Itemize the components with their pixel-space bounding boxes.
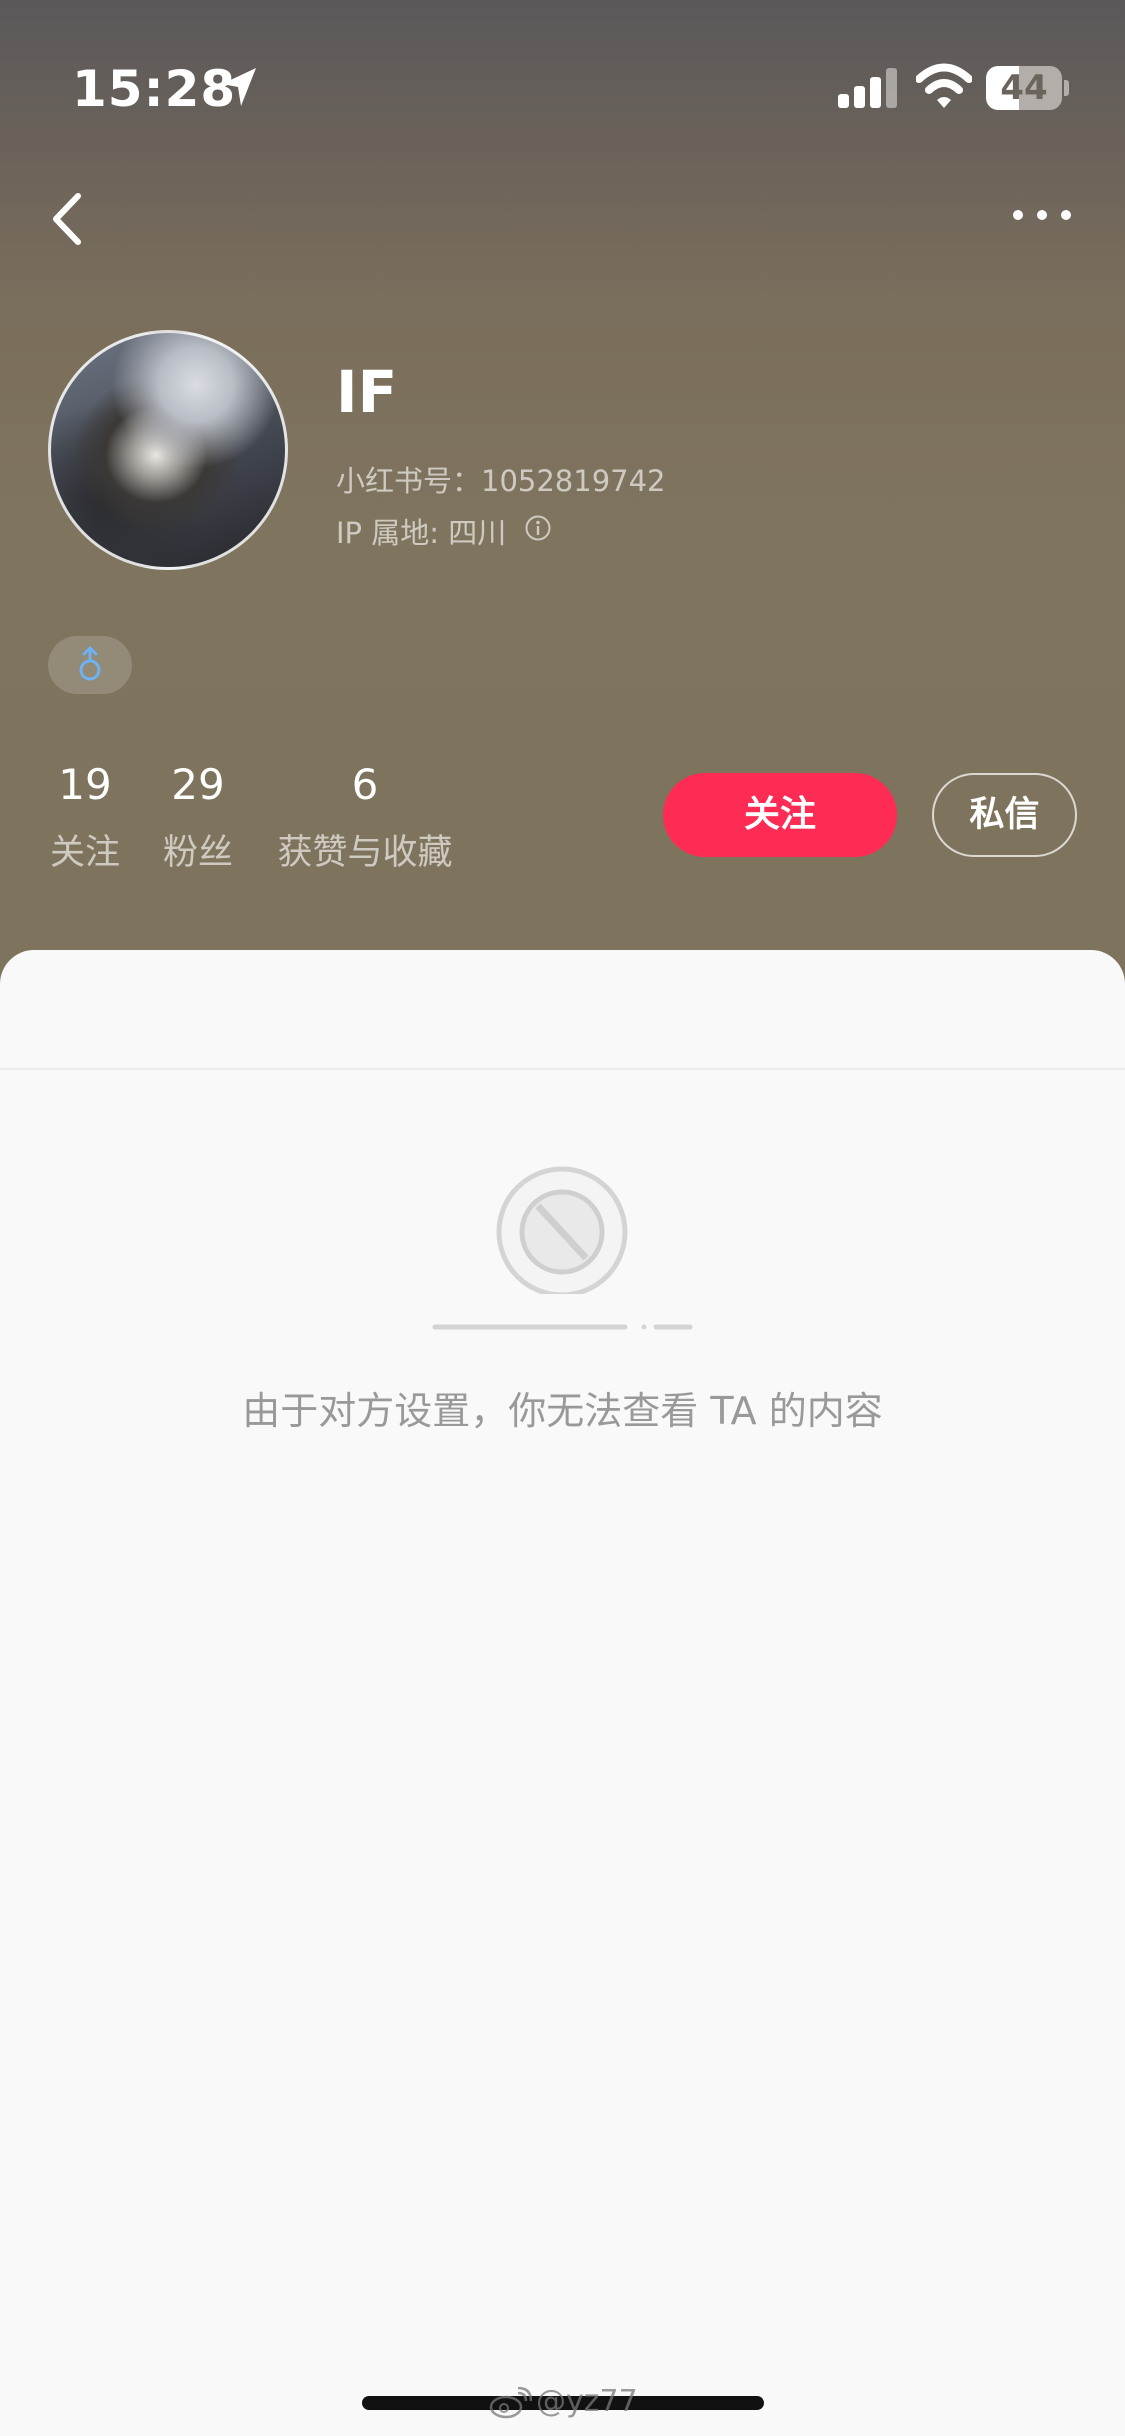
profile-avatar[interactable]: [48, 330, 288, 570]
wifi-icon: [916, 63, 972, 108]
cellular-signal-icon: [838, 68, 897, 108]
more-ellipsis-icon[interactable]: [1010, 200, 1074, 230]
profile-user-id[interactable]: 小红书号：1052819742: [336, 458, 666, 500]
profile-name: IF: [336, 358, 398, 426]
male-icon: [79, 646, 101, 681]
stat-following[interactable]: 19 关注: [45, 758, 125, 875]
battery-body: 44: [986, 66, 1062, 110]
status-bar: 15:28 44: [0, 0, 1125, 140]
battery-level-text: 44: [1000, 68, 1048, 108]
stat-likes-collects-value: 6: [351, 760, 379, 809]
stat-followers-label: 粉丝: [162, 833, 233, 873]
location-arrow-icon: [222, 68, 256, 106]
stat-followers-value: 29: [171, 760, 225, 809]
message-button[interactable]: 私信: [932, 773, 1077, 857]
watermark: @yz77: [488, 2384, 638, 2419]
status-time: 15:28: [72, 60, 237, 118]
stat-followers[interactable]: 29 粉丝: [158, 758, 238, 875]
watermark-text: @yz77: [536, 2384, 638, 2419]
weibo-icon: [489, 2386, 532, 2418]
stat-likes-collects-label: 获赞与收藏: [277, 833, 453, 873]
battery-cap: [1064, 80, 1069, 96]
ground-line: [432, 1324, 693, 1330]
tab-divider: [0, 1068, 1125, 1070]
gender-badge: [48, 636, 132, 694]
content-sheet: 由于对方设置，你无法查看 TA 的内容: [0, 950, 1125, 2436]
stat-likes-collects[interactable]: 6 获赞与收藏: [275, 758, 455, 875]
follow-button[interactable]: 关注: [663, 773, 897, 857]
info-icon[interactable]: [524, 514, 552, 542]
battery-icon: 44: [986, 66, 1069, 110]
stat-following-label: 关注: [49, 833, 120, 873]
profile-ip-location: IP 属地: 四川: [336, 516, 507, 550]
back-chevron-icon[interactable]: [44, 186, 94, 252]
blocked-content-message: 由于对方设置，你无法查看 TA 的内容: [242, 1389, 883, 1433]
stat-following-value: 19: [58, 760, 112, 809]
prohibited-sign-icon: [496, 1166, 628, 1294]
